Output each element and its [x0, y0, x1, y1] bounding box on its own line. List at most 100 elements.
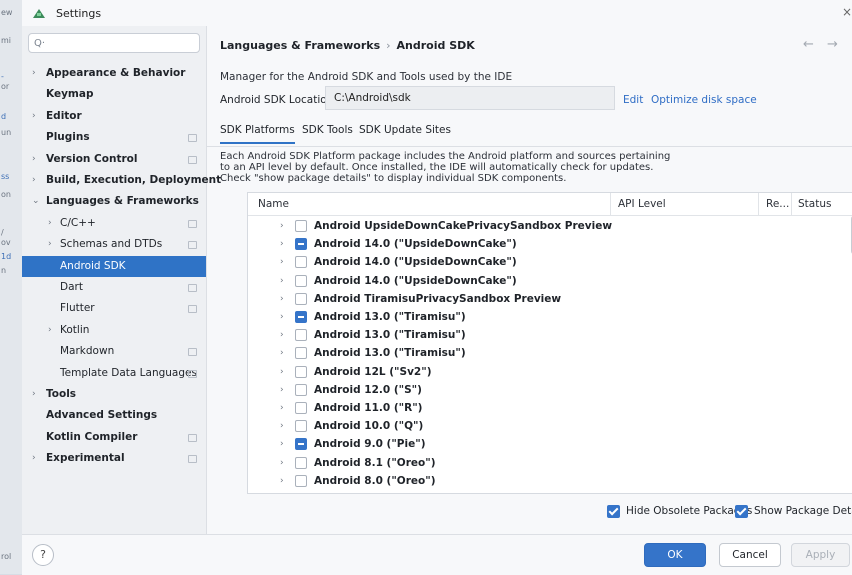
package-checkbox[interactable] [295, 256, 307, 269]
forward-arrow-icon[interactable]: → [827, 37, 838, 52]
sidebar-item-plugins[interactable]: Plugins [22, 127, 206, 148]
package-checkbox[interactable] [295, 438, 307, 451]
edit-link[interactable]: Edit [623, 94, 643, 106]
table-row[interactable]: › Android 11.0 ("R") [248, 400, 848, 418]
table-row[interactable]: › Android TiramisuPrivacySandbox Preview [248, 291, 848, 309]
chevron-down-icon[interactable]: ⌄ [32, 191, 40, 212]
sidebar-item-flutter[interactable]: Flutter [22, 298, 206, 319]
expand-chevron-icon[interactable]: › [280, 312, 284, 322]
package-checkbox[interactable] [295, 493, 307, 494]
expand-chevron-icon[interactable]: › [280, 403, 284, 413]
table-row[interactable]: › Android 13.0 ("Tiramisu") [248, 345, 848, 363]
show-details-checkbox[interactable] [735, 505, 748, 518]
package-checkbox[interactable] [295, 383, 307, 396]
chevron-right-icon[interactable]: › [32, 384, 36, 405]
column-name[interactable]: Name [258, 198, 289, 210]
chevron-right-icon[interactable]: › [48, 234, 52, 255]
column-revision[interactable]: Re... [766, 198, 789, 210]
tab-sdk-platforms[interactable]: SDK Platforms [220, 124, 295, 136]
expand-chevron-icon[interactable]: › [280, 294, 284, 304]
package-checkbox[interactable] [295, 420, 307, 433]
sidebar-item-android-sdk[interactable]: Android SDK [22, 255, 206, 277]
chevron-right-icon[interactable]: › [48, 320, 52, 341]
table-row[interactable]: › Android 8.0 ("Oreo") [248, 473, 848, 491]
table-row[interactable]: › Android UpsideDownCakePrivacySandbox Pr… [248, 218, 848, 236]
expand-chevron-icon[interactable]: › [280, 476, 284, 486]
sidebar-item-editor[interactable]: › Editor [22, 106, 206, 127]
chevron-right-icon[interactable]: › [32, 170, 36, 191]
tab-sdk-update-sites[interactable]: SDK Update Sites [359, 124, 451, 136]
cancel-button[interactable]: Cancel [719, 543, 781, 567]
package-name: Android 14.0 ("UpsideDownCake") [314, 274, 517, 287]
package-checkbox[interactable] [295, 329, 307, 342]
table-row[interactable]: › Android 14.0 ("UpsideDownCake") [248, 254, 848, 272]
expand-chevron-icon[interactable]: › [280, 221, 284, 231]
sidebar-item-experimental[interactable]: › Experimental [22, 448, 206, 469]
breadcrumb-parent[interactable]: Languages & Frameworks [220, 39, 380, 52]
sidebar-item-build-execution-deployment[interactable]: › Build, Execution, Deployment [22, 170, 221, 191]
table-row[interactable]: › Android 13.0 ("Tiramisu") [248, 309, 848, 327]
apply-button[interactable]: Apply [791, 543, 850, 567]
help-button[interactable]: ? [32, 544, 54, 566]
sdk-location-field[interactable]: C:\Android\sdk [325, 86, 615, 110]
sidebar-item-markdown[interactable]: Markdown [22, 341, 206, 362]
hide-obsolete-checkbox[interactable] [607, 505, 620, 518]
expand-chevron-icon[interactable]: › [280, 421, 284, 431]
back-arrow-icon[interactable]: ← [803, 37, 814, 52]
package-checkbox[interactable] [295, 456, 307, 469]
table-row[interactable]: › Android 9.0 ("Pie") [248, 436, 848, 454]
expand-chevron-icon[interactable]: › [280, 458, 284, 468]
ok-button[interactable]: OK [644, 543, 706, 567]
sidebar-item-tools[interactable]: › Tools [22, 384, 206, 405]
package-checkbox[interactable] [295, 220, 307, 232]
sidebar-item-dart[interactable]: Dart [22, 277, 206, 298]
tab-sdk-tools[interactable]: SDK Tools [302, 124, 353, 136]
package-checkbox[interactable] [295, 474, 307, 487]
chevron-right-icon[interactable]: › [32, 63, 36, 84]
sidebar-item-languages-frameworks[interactable]: ⌄ Languages & Frameworks [22, 191, 206, 212]
expand-chevron-icon[interactable]: › [280, 330, 284, 340]
close-icon[interactable]: × [842, 5, 852, 19]
sidebar-item-template-data-languages[interactable]: Template Data Languages [22, 363, 206, 384]
expand-chevron-icon[interactable]: › [280, 348, 284, 358]
table-row[interactable]: › Android 14.0 ("UpsideDownCake") [248, 273, 848, 291]
table-row[interactable]: › Android 14.0 ("UpsideDownCake") [248, 236, 848, 254]
chevron-right-icon[interactable]: › [32, 149, 36, 170]
sidebar-item-kotlin[interactable]: › Kotlin [22, 320, 206, 341]
optimize-disk-space-link[interactable]: Optimize disk space [651, 94, 757, 106]
package-checkbox[interactable] [295, 274, 307, 287]
chevron-right-icon[interactable]: › [32, 106, 36, 127]
table-row[interactable]: › Android 12.0 ("S") [248, 382, 848, 400]
chevron-right-icon[interactable]: › [48, 213, 52, 234]
search-icon: Q· [34, 38, 46, 49]
expand-chevron-icon[interactable]: › [280, 239, 284, 249]
sidebar-item-keymap[interactable]: Keymap [22, 84, 206, 105]
package-checkbox[interactable] [295, 238, 307, 251]
package-checkbox[interactable] [295, 402, 307, 414]
chevron-right-icon[interactable]: › [32, 448, 36, 469]
expand-chevron-icon[interactable]: › [280, 385, 284, 395]
expand-chevron-icon[interactable]: › [280, 439, 284, 449]
sidebar-item-kotlin-compiler[interactable]: Kotlin Compiler [22, 427, 206, 448]
expand-chevron-icon[interactable]: › [280, 367, 284, 377]
package-checkbox[interactable] [295, 365, 307, 378]
sidebar-item-c-c[interactable]: › C/C++ [22, 213, 206, 234]
sidebar-item-advanced-settings[interactable]: Advanced Settings [22, 405, 206, 426]
strip-text: 1d [1, 252, 12, 261]
sidebar-item-appearance-behavior[interactable]: › Appearance & Behavior [22, 63, 206, 84]
package-checkbox[interactable] [295, 311, 307, 323]
table-row[interactable]: ›Android 7.1.1 ("Nougat") [248, 491, 848, 494]
package-checkbox[interactable] [295, 292, 307, 305]
table-row[interactable]: › Android 12L ("Sv2") [248, 364, 848, 382]
expand-chevron-icon[interactable]: › [280, 257, 284, 267]
search-input[interactable]: Q· [28, 33, 200, 53]
column-api-level[interactable]: API Level [618, 198, 666, 210]
expand-chevron-icon[interactable]: › [280, 276, 284, 286]
table-row[interactable]: › Android 10.0 ("Q") [248, 418, 848, 436]
table-row[interactable]: › Android 13.0 ("Tiramisu") [248, 327, 848, 345]
package-checkbox[interactable] [295, 347, 307, 360]
sidebar-item-version-control[interactable]: › Version Control [22, 149, 206, 170]
column-status[interactable]: Status [798, 198, 831, 210]
sidebar-item-schemas-and-dtds[interactable]: › Schemas and DTDs [22, 234, 206, 255]
table-row[interactable]: › Android 8.1 ("Oreo") [248, 455, 848, 473]
